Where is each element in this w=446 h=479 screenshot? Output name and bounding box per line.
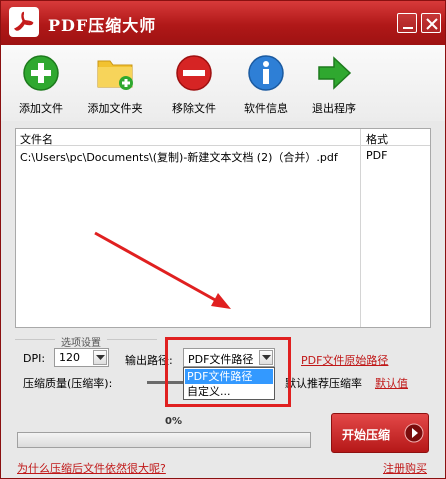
group-divider — [107, 339, 157, 340]
default-value-link[interactable]: 默认值 — [375, 375, 408, 391]
file-name-cell: C:\Users\pc\Documents\(复制)-新建文本文档 (2)（合并… — [20, 151, 338, 164]
compression-quality-slider[interactable] — [147, 381, 187, 384]
remove-file-button[interactable]: 移除文件 — [159, 47, 229, 119]
add-file-icon — [23, 55, 59, 91]
remove-file-icon — [176, 55, 212, 91]
dpi-select[interactable]: 120 — [54, 348, 109, 367]
table-row[interactable]: C:\Users\pc\Documents\(复制)-新建文本文档 (2)（合并… — [16, 147, 430, 164]
title-bar[interactable]: PDF压缩大师 — [1, 1, 445, 45]
progress-percent: 0% — [165, 416, 182, 427]
add-file-button[interactable]: 添加文件 — [6, 47, 76, 119]
progress-bar — [17, 432, 311, 448]
add-file-label: 添加文件 — [19, 102, 63, 115]
exit-arrow-icon — [318, 56, 352, 90]
add-folder-icon — [97, 60, 133, 90]
minimize-icon — [403, 27, 413, 29]
pdf-logo-icon — [9, 7, 39, 37]
software-info-label: 软件信息 — [244, 102, 288, 115]
app-title: PDF压缩大师 — [48, 16, 157, 35]
file-list-header: 文件名 格式 — [16, 129, 430, 147]
app-window: PDF压缩大师 添加文件 添加文件夹 移除文件 软件信息 退出程序 文件名 格式… — [0, 0, 446, 479]
file-format-cell: PDF — [366, 149, 388, 162]
options-group-title: 选项设置 — [61, 338, 101, 349]
compression-quality-label: 压缩质量(压缩率): — [23, 377, 113, 390]
close-button[interactable] — [421, 13, 441, 33]
output-path-value: PDF文件路径 — [188, 353, 254, 366]
remove-file-label: 移除文件 — [172, 102, 216, 115]
output-path-dropdown-button[interactable] — [259, 350, 273, 365]
start-compress-label: 开始压缩 — [342, 428, 391, 442]
dpi-dropdown-button[interactable] — [93, 350, 107, 365]
dropdown-option-pdf-path[interactable]: PDF文件路径 — [185, 369, 273, 384]
add-folder-label: 添加文件夹 — [87, 102, 143, 115]
output-path-label: 输出路径: — [125, 354, 173, 367]
column-header-format[interactable]: 格式 — [366, 131, 388, 147]
exit-program-button[interactable]: 退出程序 — [299, 47, 369, 119]
dpi-value: 120 — [59, 351, 80, 364]
register-purchase-link[interactable]: 注册购买 — [383, 460, 427, 476]
chevron-down-icon — [262, 355, 271, 360]
group-divider — [15, 339, 55, 340]
info-icon — [248, 55, 284, 91]
close-icon — [426, 18, 438, 30]
minimize-button[interactable] — [397, 13, 417, 33]
exit-program-label: 退出程序 — [312, 102, 356, 115]
dpi-label: DPI: — [23, 352, 46, 365]
why-still-large-link[interactable]: 为什么压缩后文件依然很大呢? — [17, 460, 166, 476]
play-icon — [404, 423, 424, 443]
recommend-rate-text: 默认推荐压缩率 — [285, 377, 362, 390]
output-path-dropdown-list: PDF文件路径 自定义... — [183, 367, 275, 400]
output-path-select[interactable]: PDF文件路径 — [183, 348, 275, 367]
toolbar: 添加文件 添加文件夹 移除文件 软件信息 退出程序 — [1, 45, 445, 121]
start-compress-button[interactable]: 开始压缩 — [331, 413, 429, 453]
dropdown-option-custom[interactable]: 自定义... — [185, 384, 273, 399]
chevron-down-icon — [96, 355, 105, 360]
software-info-button[interactable]: 软件信息 — [231, 47, 301, 119]
add-folder-button[interactable]: 添加文件夹 — [80, 47, 150, 119]
pdf-original-path-link[interactable]: PDF文件原始路径 — [301, 352, 388, 368]
file-list[interactable]: 文件名 格式 C:\Users\pc\Documents\(复制)-新建文本文档… — [15, 128, 431, 328]
column-header-filename[interactable]: 文件名 — [20, 131, 53, 147]
